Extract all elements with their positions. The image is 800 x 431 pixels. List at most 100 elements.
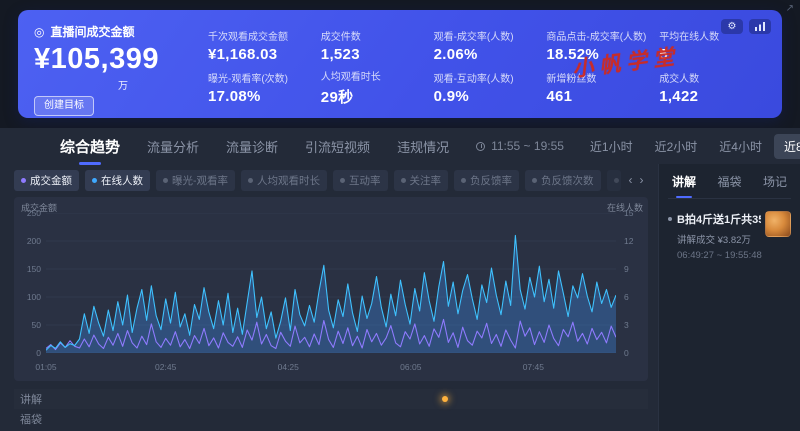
gmv-title-text: 直播间成交金额 xyxy=(50,23,134,40)
range-2h-button[interactable]: 近2小时 xyxy=(645,134,708,159)
metric-cell: 成交人数 1,422 xyxy=(659,67,762,109)
legend-dot xyxy=(401,178,406,183)
create-goal-button[interactable]: 创建目标 xyxy=(34,96,94,116)
metric-value: 1,422 xyxy=(659,88,762,105)
tab-traffic-analysis[interactable]: 流量分析 xyxy=(147,137,199,156)
side-tab-log[interactable]: 场记 xyxy=(763,173,787,190)
metric-cell: 千次观看成交金额 ¥1,168.03 xyxy=(208,25,311,67)
metric-value: 1,523 xyxy=(321,46,424,63)
metric-cell: 观看-互动率(人数) 0.9% xyxy=(434,67,537,109)
chart-canvas xyxy=(46,213,616,353)
item-deal-amount: 讲解成交 ¥3.82万 xyxy=(677,232,761,246)
clock-icon xyxy=(476,142,485,151)
right-axis-ticks: 15129630 xyxy=(624,213,642,353)
metric-cell: 商品点击-成交率(人数) 18.52% xyxy=(546,25,649,67)
signal-icon[interactable] xyxy=(749,19,771,34)
legend-pill-exposure-view[interactable]: 曝光-观看率 xyxy=(156,170,235,191)
legend-label: 负反馈率 xyxy=(470,173,512,188)
range-1h-button[interactable]: 近1小时 xyxy=(580,134,643,159)
side-tabs: 讲解 福袋 场记 xyxy=(668,171,791,199)
metric-label: 成交件数 xyxy=(321,28,424,43)
legend-label: 在线人数 xyxy=(101,173,143,188)
track-rail xyxy=(46,389,616,409)
expand-icon[interactable]: ↗ xyxy=(786,3,794,14)
metric-grid: 千次观看成交金额 ¥1,168.03 成交件数 1,523 观看-成交率(人数)… xyxy=(194,23,766,108)
legend-dot xyxy=(21,178,26,183)
gmv-hero: ◎ 直播间成交金额 ¥105,399 万 创建目标 xyxy=(34,23,194,108)
gmv-hero-title: ◎ 直播间成交金额 xyxy=(34,23,194,40)
summary-panel: ◎ 直播间成交金额 ¥105,399 万 创建目标 千次观看成交金额 ¥1,16… xyxy=(18,10,782,118)
content-row: 成交金额 在线人数 曝光-观看率 人均观看时长 互动率 关注率 负反馈率 负反馈… xyxy=(0,164,800,431)
metric-label: 观看-互动率(人数) xyxy=(434,70,537,85)
side-tab-explain[interactable]: 讲解 xyxy=(672,173,696,190)
legend-pill-negative-count[interactable]: 负反馈次数 xyxy=(525,170,601,191)
metric-label: 观看-成交率(人数) xyxy=(434,28,537,43)
legend-label: 负反馈次数 xyxy=(541,173,594,188)
legend-pager: ‹ › xyxy=(629,173,644,187)
left-axis-ticks: 250200150100500 xyxy=(18,213,41,353)
top-section: ↗ ◎ 直播间成交金额 ¥105,399 万 创建目标 千次观看成交金额 ¥1,… xyxy=(0,0,800,128)
metric-value: 2.06% xyxy=(434,46,537,63)
metric-value: ¥1,168.03 xyxy=(208,46,311,63)
tab-bar: 综合趋势 流量分析 流量诊断 引流短视频 违规情况 11:55 ~ 19:55 … xyxy=(0,128,800,164)
legend-label: 互动率 xyxy=(349,173,381,188)
metric-cell: 人均观看时长 29秒 xyxy=(321,67,424,109)
tab-overall-trend[interactable]: 综合趋势 xyxy=(60,136,120,157)
legend-pill-avg-watch[interactable]: 人均观看时长 xyxy=(241,170,327,191)
legend-dot xyxy=(614,178,619,183)
main-section: 综合趋势 流量分析 流量诊断 引流短视频 违规情况 11:55 ~ 19:55 … xyxy=(0,128,800,431)
track-explain: 讲解 xyxy=(14,389,648,409)
metric-label: 成交人数 xyxy=(659,70,762,85)
side-panel: 讲解 福袋 场记 B拍4斤送1斤共35-4... 讲解成交 ¥3.82万 06:… xyxy=(658,164,800,431)
metric-cell: 新增粉丝数 461 xyxy=(546,67,649,109)
live-dashboard: ↗ ◎ 直播间成交金额 ¥105,399 万 创建目标 千次观看成交金额 ¥1,… xyxy=(0,0,800,431)
event-tracks: 讲解 福袋 xyxy=(14,389,648,429)
metric-label: 千次观看成交金额 xyxy=(208,28,311,43)
tab-traffic-diagnosis[interactable]: 流量诊断 xyxy=(226,137,278,156)
legend-pill-gmv[interactable]: 成交金额 xyxy=(14,170,79,191)
legend-pill-follow[interactable]: 关注率 xyxy=(394,170,449,191)
gear-icon[interactable]: ⚙ xyxy=(721,19,743,34)
metric-value: 5 xyxy=(659,46,762,63)
track-luckybag: 福袋 xyxy=(14,409,648,429)
trend-chart[interactable]: 成交金额 在线人数 250200150100500 15129630 01:05… xyxy=(14,197,648,381)
metric-value: 17.08% xyxy=(208,88,311,105)
legend-pill-negative-rate[interactable]: 负反馈率 xyxy=(454,170,519,191)
gmv-value: ¥105,399 xyxy=(34,45,194,74)
item-bullet xyxy=(668,217,672,221)
range-8h-button[interactable]: 近8小时 xyxy=(774,134,800,159)
metric-label: 人均观看时长 xyxy=(321,68,424,83)
range-buttons: 近1小时 近2小时 近4小时 近8小时 xyxy=(580,134,800,159)
target-icon: ◎ xyxy=(34,26,44,38)
metric-label: 商品点击-成交率(人数) xyxy=(546,28,649,43)
legend-label: 成交金额 xyxy=(30,173,72,188)
metric-label: 新增粉丝数 xyxy=(546,70,649,85)
legend-dot xyxy=(163,178,168,183)
explain-item[interactable]: B拍4斤送1斤共35-4... 讲解成交 ¥3.82万 06:49:27 ~ 1… xyxy=(668,211,791,261)
legend-label: 曝光-观看率 xyxy=(172,173,228,188)
metric-cell: 曝光-观看率(次数) 17.08% xyxy=(208,67,311,109)
tab-short-video[interactable]: 引流短视频 xyxy=(305,137,370,156)
metric-cell: 观看-成交率(人数) 2.06% xyxy=(434,25,537,67)
legend-next-icon[interactable]: › xyxy=(640,173,644,187)
plot-area[interactable] xyxy=(46,213,616,353)
legend-prev-icon[interactable]: ‹ xyxy=(629,173,633,187)
legend-dot xyxy=(248,178,253,183)
metric-legend: 成交金额 在线人数 曝光-观看率 人均观看时长 互动率 关注率 负反馈率 负反馈… xyxy=(14,167,648,193)
legend-dot xyxy=(461,178,466,183)
legend-label: 关注率 xyxy=(410,173,442,188)
side-tab-luckybag[interactable]: 福袋 xyxy=(717,173,741,190)
chart-column: 成交金额 在线人数 曝光-观看率 人均观看时长 互动率 关注率 负反馈率 负反馈… xyxy=(0,164,658,431)
explain-marker-dot[interactable] xyxy=(442,396,448,402)
legend-dot xyxy=(532,178,537,183)
item-time-range: 06:49:27 ~ 19:55:48 xyxy=(677,250,761,261)
legend-pill-per-mille[interactable]: 千次观看成交金额 xyxy=(607,170,621,191)
metric-label: 曝光-观看率(次数) xyxy=(208,70,311,85)
gmv-unit: 万 xyxy=(118,77,194,92)
legend-pill-interaction[interactable]: 互动率 xyxy=(333,170,388,191)
track-label: 讲解 xyxy=(20,391,42,407)
range-4h-button[interactable]: 近4小时 xyxy=(709,134,772,159)
legend-dot xyxy=(92,178,97,183)
tab-violations[interactable]: 违规情况 xyxy=(397,137,449,156)
legend-pill-online[interactable]: 在线人数 xyxy=(85,170,150,191)
